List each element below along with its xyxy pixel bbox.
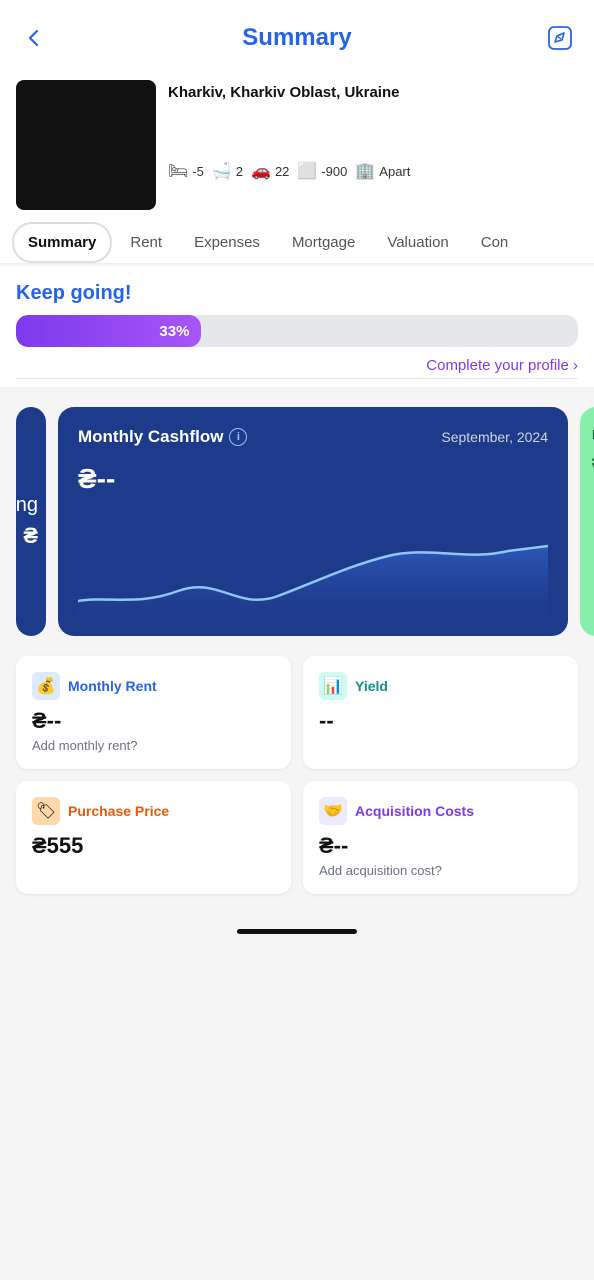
page-title: Summary	[242, 24, 351, 52]
metric-rent-title: Monthly Rent	[68, 678, 157, 694]
metric-rent-value: ₴--	[32, 708, 275, 734]
left-partial-label: ng	[16, 494, 38, 517]
progress-percent-label: 33%	[159, 323, 189, 340]
stat-beds-value: -5	[192, 164, 204, 179]
tab-rent[interactable]: Rent	[116, 224, 176, 261]
metric-rent-header: 💰 Monthly Rent	[32, 672, 275, 700]
tab-expenses[interactable]: Expenses	[180, 224, 274, 261]
cashflow-card-partial-left: ng ₴	[16, 407, 46, 636]
building-icon: 🏢	[355, 161, 375, 181]
divider	[16, 378, 578, 379]
property-location: Kharkiv, Kharkiv Oblast, Ukraine	[168, 84, 578, 101]
stat-garage: 🚗 22	[251, 161, 289, 181]
property-stats: 🛏 -5 🛁 2 🚗 22 ⬜ -900 🏢 Apart	[168, 161, 578, 181]
complete-profile-link[interactable]: Complete your profile ›	[426, 357, 578, 374]
stat-type-value: Apart	[379, 164, 410, 179]
header: Summary	[0, 0, 594, 68]
cashflow-card: Monthly Cashflow i September, 2024 ₴--	[58, 407, 568, 636]
bed-icon: 🛏	[168, 161, 188, 181]
tabs-section: Summary Rent Expenses Mortgage Valuation…	[0, 222, 594, 264]
area-icon: ⬜	[297, 161, 317, 181]
cashflow-chart	[78, 511, 548, 631]
tab-summary[interactable]: Summary	[12, 222, 112, 263]
stat-baths-value: 2	[236, 164, 243, 179]
metric-yield-header: 📊 Yield	[319, 672, 562, 700]
metric-monthly-rent: 💰 Monthly Rent ₴-- Add monthly rent?	[16, 656, 291, 769]
back-button[interactable]	[16, 20, 52, 56]
progress-bar-fill: 33%	[16, 315, 201, 347]
tab-mortgage[interactable]: Mortgage	[278, 224, 369, 261]
cashflow-title-text: Monthly Cashflow	[78, 427, 223, 447]
property-image	[16, 80, 156, 210]
metric-yield-value: --	[319, 708, 562, 734]
est-card: Es ₴	[580, 407, 594, 636]
metric-purchase-price: 🏷 Purchase Price ₴555	[16, 781, 291, 894]
metric-acquisition-costs: 🤝 Acquisition Costs ₴-- Add acquisition …	[303, 781, 578, 894]
stat-beds: 🛏 -5	[168, 161, 204, 181]
tab-con[interactable]: Con	[467, 224, 523, 261]
stat-area-value: -900	[321, 164, 347, 179]
stat-garage-value: 22	[275, 164, 289, 179]
stat-baths: 🛁 2	[212, 161, 243, 181]
metric-yield: 📊 Yield --	[303, 656, 578, 769]
garage-icon: 🚗	[251, 161, 271, 181]
metric-acq-header: 🤝 Acquisition Costs	[319, 797, 562, 825]
stat-area: ⬜ -900	[297, 161, 347, 181]
stat-type: 🏢 Apart	[355, 161, 410, 181]
bath-icon: 🛁	[212, 161, 232, 181]
progress-bar: 33%	[16, 315, 578, 347]
metric-price-title: Purchase Price	[68, 803, 169, 819]
acquisition-icon: 🤝	[319, 797, 347, 825]
home-indicator	[237, 929, 357, 934]
metric-price-value: ₴555	[32, 833, 275, 859]
metric-acq-value: ₴--	[319, 833, 562, 859]
left-partial-value: ₴	[23, 523, 38, 549]
metric-acq-title: Acquisition Costs	[355, 803, 474, 819]
keep-going-label: Keep going!	[16, 282, 578, 305]
metric-rent-sub[interactable]: Add monthly rent?	[32, 738, 275, 753]
info-icon[interactable]: i	[229, 428, 247, 446]
property-info: Kharkiv, Kharkiv Oblast, Ukraine 🛏 -5 🛁 …	[168, 80, 578, 181]
yield-icon: 📊	[319, 672, 347, 700]
cashflow-card-header: Monthly Cashflow i September, 2024	[78, 427, 548, 447]
price-icon: 🏷	[32, 797, 60, 825]
edit-button[interactable]	[542, 20, 578, 56]
cashflow-date: September, 2024	[441, 429, 548, 445]
metric-price-header: 🏷 Purchase Price	[32, 797, 275, 825]
complete-link-container: Complete your profile ›	[16, 347, 578, 378]
property-section: Kharkiv, Kharkiv Oblast, Ukraine 🛏 -5 🛁 …	[0, 68, 594, 222]
cashflow-title: Monthly Cashflow i	[78, 427, 247, 447]
metric-acq-sub[interactable]: Add acquisition cost?	[319, 863, 562, 878]
tabs-row: Summary Rent Expenses Mortgage Valuation…	[12, 222, 582, 263]
cashflow-value: ₴--	[78, 463, 548, 495]
metric-yield-title: Yield	[355, 678, 388, 694]
progress-section: Keep going! 33% Complete your profile ›	[0, 266, 594, 387]
bottom-bar	[0, 914, 594, 948]
metrics-grid: 💰 Monthly Rent ₴-- Add monthly rent? 📊 Y…	[0, 656, 594, 914]
rent-icon: 💰	[32, 672, 60, 700]
tab-valuation[interactable]: Valuation	[373, 224, 462, 261]
cashflow-wrapper: ng ₴ Monthly Cashflow i September, 2024 …	[0, 387, 594, 656]
